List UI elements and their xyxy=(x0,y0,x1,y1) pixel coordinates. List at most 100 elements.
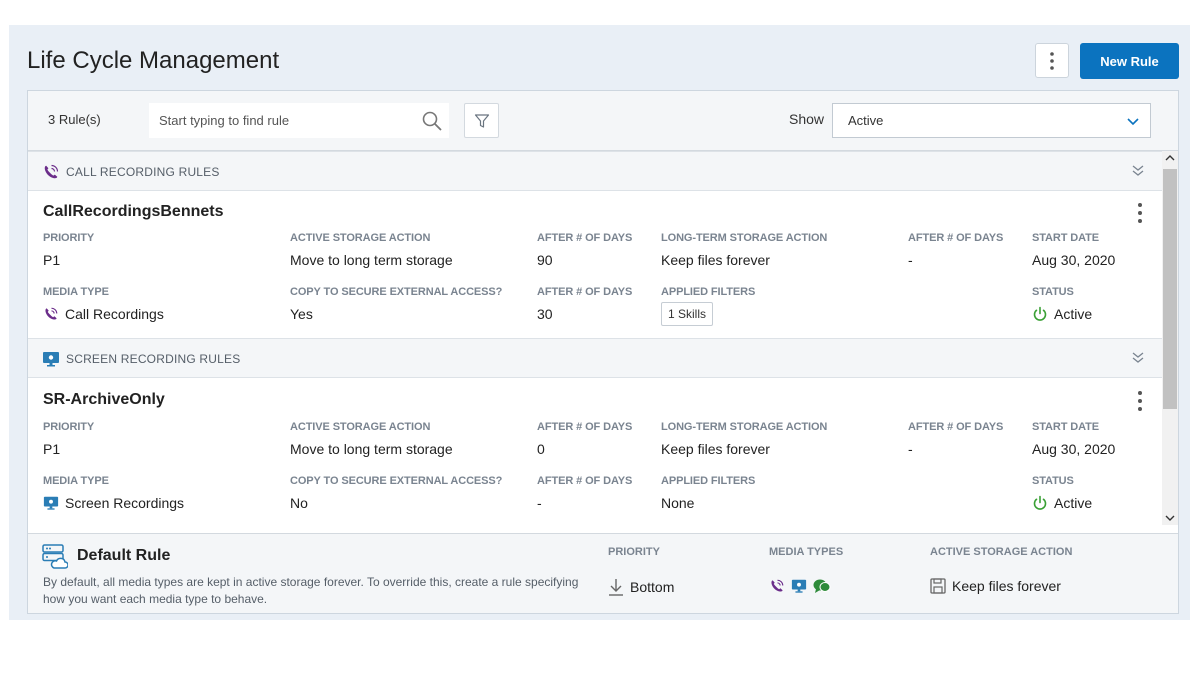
after-days-value: - xyxy=(537,495,542,511)
show-label: Show xyxy=(789,111,825,127)
media-type-label: MEDIA TYPE xyxy=(43,475,109,487)
default-priority-label: PRIORITY xyxy=(608,546,660,558)
after-days-value: 90 xyxy=(537,252,553,268)
page-title: Life Cycle Management xyxy=(27,47,280,74)
rule-card-sr-archive-only: SR-ArchiveOnly PRIORITY ACTIVE STORAGE A… xyxy=(28,379,1162,525)
phone-recording-icon xyxy=(44,164,59,179)
rule-name: SR-ArchiveOnly xyxy=(43,391,165,408)
status-text: Active xyxy=(1054,306,1093,322)
screen-recording-icon xyxy=(43,496,59,510)
scroll-up-icon[interactable] xyxy=(1165,154,1175,162)
priority-label: PRIORITY xyxy=(43,232,95,244)
after-days-label: AFTER # OF DAYS xyxy=(908,232,1004,244)
copy-external-value: Yes xyxy=(290,306,313,322)
media-types-icons xyxy=(769,578,837,594)
storage-cloud-icon xyxy=(42,544,68,569)
save-disk-icon xyxy=(930,578,946,594)
rules-panel: 3 Rule(s) Show Active CA xyxy=(27,90,1179,614)
group-header-screen-recording[interactable]: SCREEN RECORDING RULES xyxy=(28,338,1162,378)
status-value: Active xyxy=(1032,306,1092,322)
collapse-icon[interactable] xyxy=(1130,350,1146,366)
scroll-down-icon[interactable] xyxy=(1165,514,1175,522)
status-filter-value: Active xyxy=(848,113,884,128)
status-text: Active xyxy=(1054,495,1093,511)
default-rule-description: By default, all media types are kept in … xyxy=(43,575,579,606)
rule-menu-icon[interactable] xyxy=(1132,201,1148,225)
rule-name: CallRecordingsBennets xyxy=(43,203,224,220)
group-header-call-recording[interactable]: CALL RECORDING RULES xyxy=(28,151,1162,191)
rule-menu-icon[interactable] xyxy=(1132,389,1148,413)
long-term-storage-label: LONG-TERM STORAGE ACTION xyxy=(661,232,828,244)
power-icon xyxy=(1033,495,1047,510)
active-storage-value: Move to long term storage xyxy=(290,252,453,268)
status-value: Active xyxy=(1032,495,1092,511)
rules-toolbar: 3 Rule(s) Show Active xyxy=(28,91,1178,151)
start-date-value: Aug 30, 2020 xyxy=(1032,441,1116,457)
vertical-dots-icon xyxy=(1050,51,1054,70)
active-storage-value: Move to long term storage xyxy=(290,441,453,457)
filter-button[interactable] xyxy=(464,103,499,138)
default-rule-title: Default Rule xyxy=(77,547,171,564)
media-type-text: Call Recordings xyxy=(65,306,164,322)
screen-recording-icon xyxy=(791,579,807,593)
filter-chip[interactable]: 1 Skills xyxy=(661,302,714,326)
long-term-storage-label: LONG-TERM STORAGE ACTION xyxy=(661,421,828,433)
after-days-label: AFTER # OF DAYS xyxy=(537,421,633,433)
phone-recording-icon xyxy=(45,307,58,320)
default-active-storage-value: Keep files forever xyxy=(930,578,1061,594)
priority-value: P1 xyxy=(43,441,61,457)
rules-scrollbar[interactable] xyxy=(1162,151,1178,525)
media-type-label: MEDIA TYPE xyxy=(43,286,109,298)
copy-external-label: COPY TO SECURE EXTERNAL ACCESS? xyxy=(290,475,503,487)
applied-filters-value: 1 Skills xyxy=(661,302,714,326)
phone-recording-icon xyxy=(771,579,784,592)
scrollbar-thumb[interactable] xyxy=(1163,169,1177,409)
collapse-icon[interactable] xyxy=(1130,163,1146,179)
search-box xyxy=(149,103,449,138)
after-days-value: - xyxy=(908,252,913,268)
priority-value: P1 xyxy=(43,252,61,268)
applied-filters-label: APPLIED FILTERS xyxy=(661,475,756,487)
applied-filters-label: APPLIED FILTERS xyxy=(661,286,756,298)
copy-external-label: COPY TO SECURE EXTERNAL ACCESS? xyxy=(290,286,503,298)
priority-label: PRIORITY xyxy=(43,421,95,433)
copy-external-value: No xyxy=(290,495,308,511)
power-icon xyxy=(1033,306,1047,321)
after-days-label: AFTER # OF DAYS xyxy=(537,286,633,298)
status-label: STATUS xyxy=(1032,475,1074,487)
start-date-value: Aug 30, 2020 xyxy=(1032,252,1116,268)
after-days-value: 0 xyxy=(537,441,545,457)
rule-card-call-recordings-bennets: CallRecordingsBennets PRIORITY ACTIVE ST… xyxy=(28,191,1162,338)
new-rule-button[interactable]: New Rule xyxy=(1080,43,1179,79)
chat-icon xyxy=(813,579,831,593)
after-days-value: 30 xyxy=(537,306,553,322)
rule-count: 3 Rule(s) xyxy=(48,112,101,127)
active-storage-label: ACTIVE STORAGE ACTION xyxy=(290,232,431,244)
default-active-storage-label: ACTIVE STORAGE ACTION xyxy=(930,546,1073,558)
group-title: CALL RECORDING RULES xyxy=(66,165,220,179)
default-active-storage-text: Keep files forever xyxy=(952,578,1061,594)
search-input[interactable] xyxy=(149,103,449,138)
rules-list: CALL RECORDING RULES CallRecordingsBenne… xyxy=(28,151,1178,525)
after-days-label: AFTER # OF DAYS xyxy=(537,232,633,244)
arrow-down-icon xyxy=(609,579,623,596)
page-container: Life Cycle Management New Rule 3 Rule(s)… xyxy=(9,25,1190,620)
long-term-storage-value: Keep files forever xyxy=(661,252,770,268)
after-days-label: AFTER # OF DAYS xyxy=(908,421,1004,433)
more-options-button[interactable] xyxy=(1035,43,1069,78)
start-date-label: START DATE xyxy=(1032,232,1100,244)
media-type-text: Screen Recordings xyxy=(65,495,185,511)
search-icon[interactable] xyxy=(421,110,443,132)
media-type-value: Call Recordings xyxy=(43,306,164,322)
applied-filters-value: None xyxy=(661,495,695,511)
after-days-value: - xyxy=(908,441,913,457)
filter-icon xyxy=(474,113,489,128)
default-rule-section: Default Rule By default, all media types… xyxy=(28,533,1178,613)
media-type-value: Screen Recordings xyxy=(43,495,184,511)
start-date-label: START DATE xyxy=(1032,421,1100,433)
status-label: STATUS xyxy=(1032,286,1074,298)
default-priority-value: Bottom xyxy=(608,578,674,596)
screen-recording-icon xyxy=(43,352,59,367)
status-filter-select[interactable]: Active xyxy=(832,103,1151,138)
long-term-storage-value: Keep files forever xyxy=(661,441,770,457)
